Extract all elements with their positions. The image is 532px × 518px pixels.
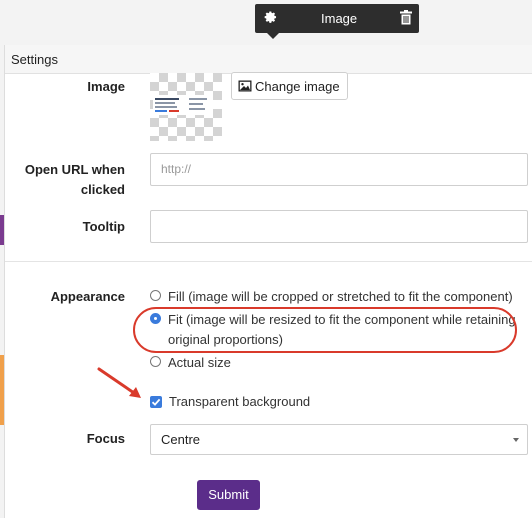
radio-fill[interactable] — [150, 290, 161, 301]
transparent-background-label: Transparent background — [169, 394, 311, 409]
submit-button[interactable]: Submit — [197, 480, 260, 510]
panel-header: Settings — [5, 45, 532, 74]
gear-icon[interactable] — [264, 11, 278, 25]
annotation-highlight — [133, 307, 517, 353]
change-image-label: Change image — [255, 78, 340, 94]
image-thumbnail — [150, 73, 222, 141]
image-label: Image — [87, 79, 125, 94]
transparent-background-option[interactable]: Transparent background — [150, 392, 310, 412]
url-label: Open URL when clicked — [25, 160, 125, 200]
image-icon — [238, 80, 252, 92]
radio-fill-label: Fill (image will be cropped or stretched… — [168, 289, 513, 304]
appearance-option-fill[interactable]: Fill (image will be cropped or stretched… — [150, 287, 513, 307]
toolbar-title: Image — [321, 11, 358, 26]
panel-title: Settings — [11, 52, 58, 67]
tooltip-label: Tooltip — [82, 219, 125, 234]
focus-label: Focus — [86, 431, 125, 446]
annotation-arrow-icon — [97, 367, 141, 398]
url-label-line2: clicked — [80, 182, 125, 197]
thumbnail-preview — [153, 95, 213, 115]
radio-actual-size-label: Actual size — [168, 355, 231, 370]
url-input[interactable]: http:// — [150, 153, 528, 186]
trash-icon[interactable] — [400, 10, 412, 25]
component-toolbar: Image — [255, 4, 419, 39]
checkmark-icon — [151, 398, 161, 406]
settings-panel: Settings Image Change image Open URL whe… — [4, 45, 532, 518]
divider — [5, 261, 532, 262]
caret-down-icon — [513, 438, 519, 442]
tooltip-input[interactable] — [150, 210, 528, 243]
transparent-background-checkbox[interactable] — [150, 396, 162, 408]
focus-select[interactable]: Centre — [150, 424, 528, 455]
change-image-button[interactable]: Change image — [231, 72, 348, 100]
url-label-line1: Open URL when — [24, 162, 125, 177]
appearance-option-actual-size[interactable]: Actual size — [150, 353, 231, 373]
appearance-label: Appearance — [50, 289, 125, 304]
focus-select-value: Centre — [161, 432, 201, 447]
